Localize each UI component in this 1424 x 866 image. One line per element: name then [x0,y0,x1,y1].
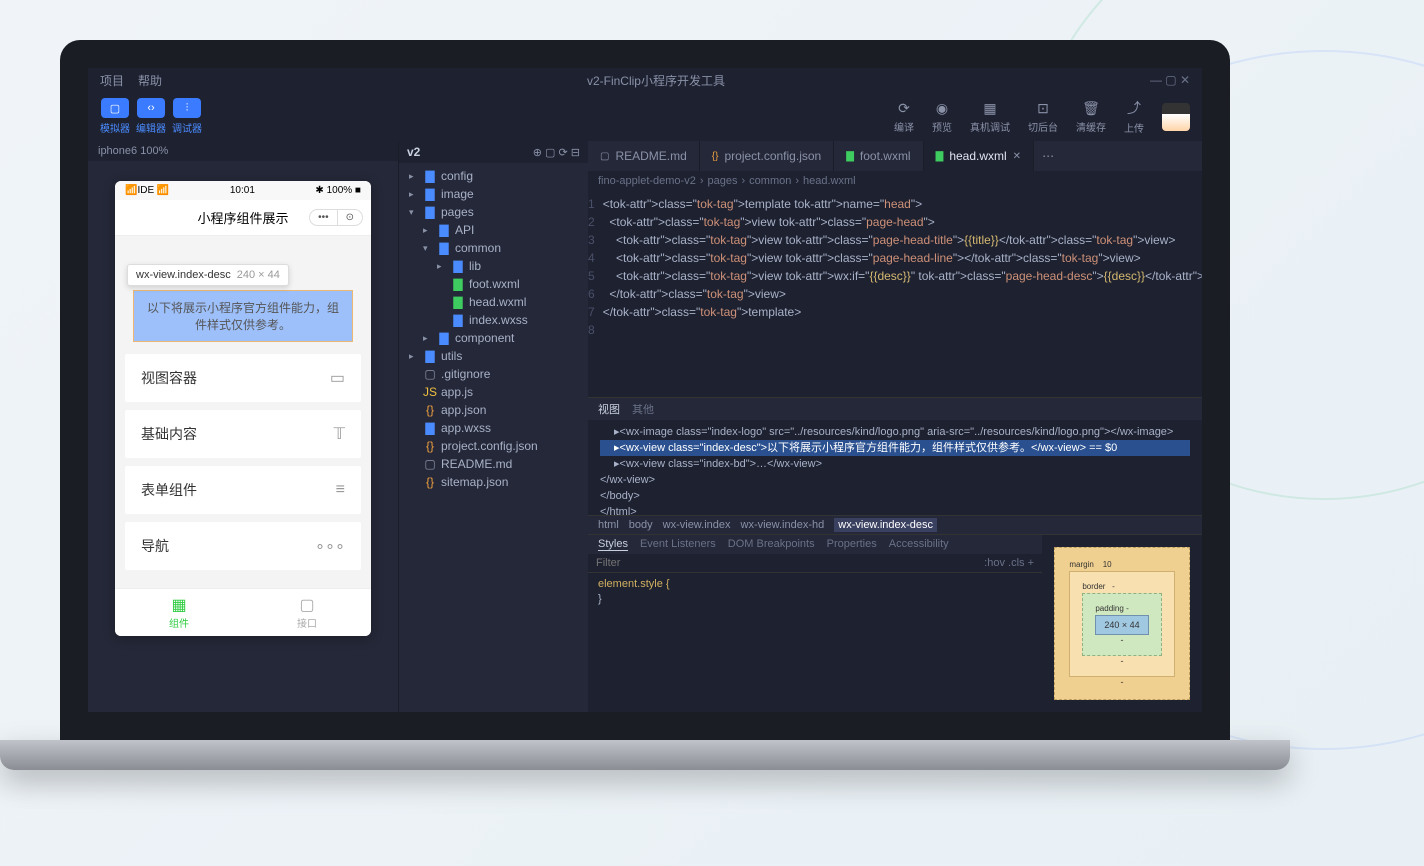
dom-crumb-item[interactable]: wx-view.index-hd [741,519,825,531]
styles-tab[interactable]: Event Listeners [640,538,716,551]
window-controls[interactable]: — ▢ ✕ [1150,73,1190,87]
phone-menu-item[interactable]: 导航∘∘∘ [125,522,361,570]
tab-api[interactable]: ▢接口 [243,589,371,636]
dom-crumb-item[interactable]: html [598,519,619,531]
code-editor[interactable]: 12345678 <tok-attr">class="tok-tag">temp… [588,191,1202,397]
tree-item[interactable]: ▇index.wxss [399,311,588,329]
tree-item[interactable]: ▾▇common [399,239,588,257]
tab-components[interactable]: ▦组件 [115,589,243,636]
ide-window: 项目 帮助 v2-FinClip小程序开发工具 — ▢ ✕ ▢模拟器 ‹›编辑器… [88,68,1202,712]
editor-area: ▢README.md{}project.config.json▇foot.wxm… [588,141,1202,712]
capsule-button[interactable]: •••⊙ [309,209,363,226]
tree-item[interactable]: ▸▇lib [399,257,588,275]
dom-crumb-item[interactable]: body [629,519,653,531]
action-clear-cache[interactable]: 🗑清缓存 [1076,100,1106,134]
devtools-tab-view[interactable]: 视图 [598,401,620,417]
tree-item[interactable]: {}app.json [399,401,588,419]
file-tree: ▸▇config▸▇image▾▇pages▸▇API▾▇common▸▇lib… [399,163,588,712]
phone-titlebar: 小程序组件展示 •••⊙ [115,200,371,236]
tree-item[interactable]: {}sitemap.json [399,473,588,491]
mode-simulator[interactable]: ▢模拟器 [100,98,130,135]
tree-item[interactable]: ▇foot.wxml [399,275,588,293]
toolbar: ▢模拟器 ‹›编辑器 ⫶调试器 ⟳编译 ◉预览 ▦真机调试 ⊡切后台 🗑清缓存 … [88,92,1202,141]
devtools-panel: 视图 其他 ▸<wx-image class="index-logo" src=… [588,397,1202,712]
action-compile[interactable]: ⟳编译 [894,100,914,134]
menu-help[interactable]: 帮助 [138,72,162,89]
phone-menu-item[interactable]: 基础内容𝕋 [125,410,361,458]
mode-editor[interactable]: ‹›编辑器 [136,98,166,135]
inspector-tooltip: wx-view.index-desc240 × 44 [127,264,289,286]
action-remote-debug[interactable]: ▦真机调试 [970,100,1010,134]
laptop-frame: 项目 帮助 v2-FinClip小程序开发工具 — ▢ ✕ ▢模拟器 ‹›编辑器… [60,40,1230,770]
mode-debugger[interactable]: ⫶调试器 [172,98,202,135]
editor-tab[interactable]: ▇foot.wxml [834,141,923,171]
dom-crumb-item[interactable]: wx-view.index-desc [834,518,937,532]
tabs-more[interactable]: ⋯ [1034,141,1062,171]
styles-tab[interactable]: Properties [827,538,877,551]
devtools-tab-other[interactable]: 其他 [632,401,654,417]
menu-project[interactable]: 项目 [100,72,124,89]
simulator-device-info: iphone6 100% [88,141,398,161]
devtools-breadcrumb[interactable]: html body wx-view.index wx-view.index-hd wx-… [588,515,1202,534]
phone-tabbar: ▦组件 ▢接口 [115,588,371,636]
tree-item[interactable]: ▇head.wxml [399,293,588,311]
tree-item[interactable]: {}project.config.json [399,437,588,455]
simulator-panel: iphone6 100% 📶IDE 📶 10:01 ✱ 100% ■ 小程序组件… [88,141,398,712]
styles-filter-extras[interactable]: :hov .cls + [984,557,1034,569]
styles-filter-input[interactable] [596,557,976,569]
editor-tab[interactable]: ▢README.md [588,141,700,171]
tree-item[interactable]: ▸▇API [399,221,588,239]
highlighted-element[interactable]: 以下将展示小程序官方组件能力，组件样式仅供参考。 [133,290,353,342]
action-switch-bg[interactable]: ⊡切后台 [1028,100,1058,134]
editor-tabs: ▢README.md{}project.config.json▇foot.wxm… [588,141,1202,171]
explorer-root[interactable]: v2 [407,145,420,159]
user-avatar[interactable] [1162,103,1190,131]
css-rules[interactable]: element.style {}</span><span class="sel"… [588,573,1042,712]
camera-dot [642,50,648,56]
styles-tab[interactable]: DOM Breakpoints [728,538,815,551]
action-preview[interactable]: ◉预览 [932,100,952,134]
devtools-main-tabs: 视图 其他 [588,398,1202,420]
phone-preview: 📶IDE 📶 10:01 ✱ 100% ■ 小程序组件展示 •••⊙ wx-v [115,181,371,636]
tree-item[interactable]: ▸▇utils [399,347,588,365]
tree-item[interactable]: ▸▇config [399,167,588,185]
devtools-styles: Styles Event Listeners DOM Breakpoints Prop… [588,535,1042,712]
editor-tab[interactable]: {}project.config.json [700,141,834,171]
editor-tab[interactable]: ▇head.wxml✕ [924,141,1034,171]
phone-menu-item[interactable]: 表单组件≡ [125,466,361,514]
tree-item[interactable]: ▢README.md [399,455,588,473]
action-upload[interactable]: ⤴上传 [1124,98,1144,135]
phone-menu-item[interactable]: 视图容器▭ [125,354,361,402]
box-model: margin 10 border - padding - 240 × 44 - [1042,535,1202,712]
tree-item[interactable]: ▸▇image [399,185,588,203]
styles-tab[interactable]: Styles [598,538,628,551]
devtools-dom-tree[interactable]: ▸<wx-image class="index-logo" src="../re… [588,420,1202,515]
phone-statusbar: 📶IDE 📶 10:01 ✱ 100% ■ [115,181,371,200]
file-explorer: v2 ⊕ ▢ ⟳ ⊟ ▸▇config▸▇image▾▇pages▸▇API▾▇… [398,141,588,712]
tree-item[interactable]: ▾▇pages [399,203,588,221]
tree-item[interactable]: JSapp.js [399,383,588,401]
tree-item[interactable]: ▢.gitignore [399,365,588,383]
explorer-actions[interactable]: ⊕ ▢ ⟳ ⊟ [533,146,580,159]
menubar: 项目 帮助 v2-FinClip小程序开发工具 — ▢ ✕ [88,68,1202,92]
window-title: v2-FinClip小程序开发工具 [176,72,1136,89]
breadcrumb: fino-applet-demo-v2›pages›common›head.wx… [588,171,1202,191]
tree-item[interactable]: ▇app.wxss [399,419,588,437]
tree-item[interactable]: ▸▇component [399,329,588,347]
dom-crumb-item[interactable]: wx-view.index [663,519,731,531]
styles-tab[interactable]: Accessibility [889,538,949,551]
laptop-base [0,740,1290,770]
